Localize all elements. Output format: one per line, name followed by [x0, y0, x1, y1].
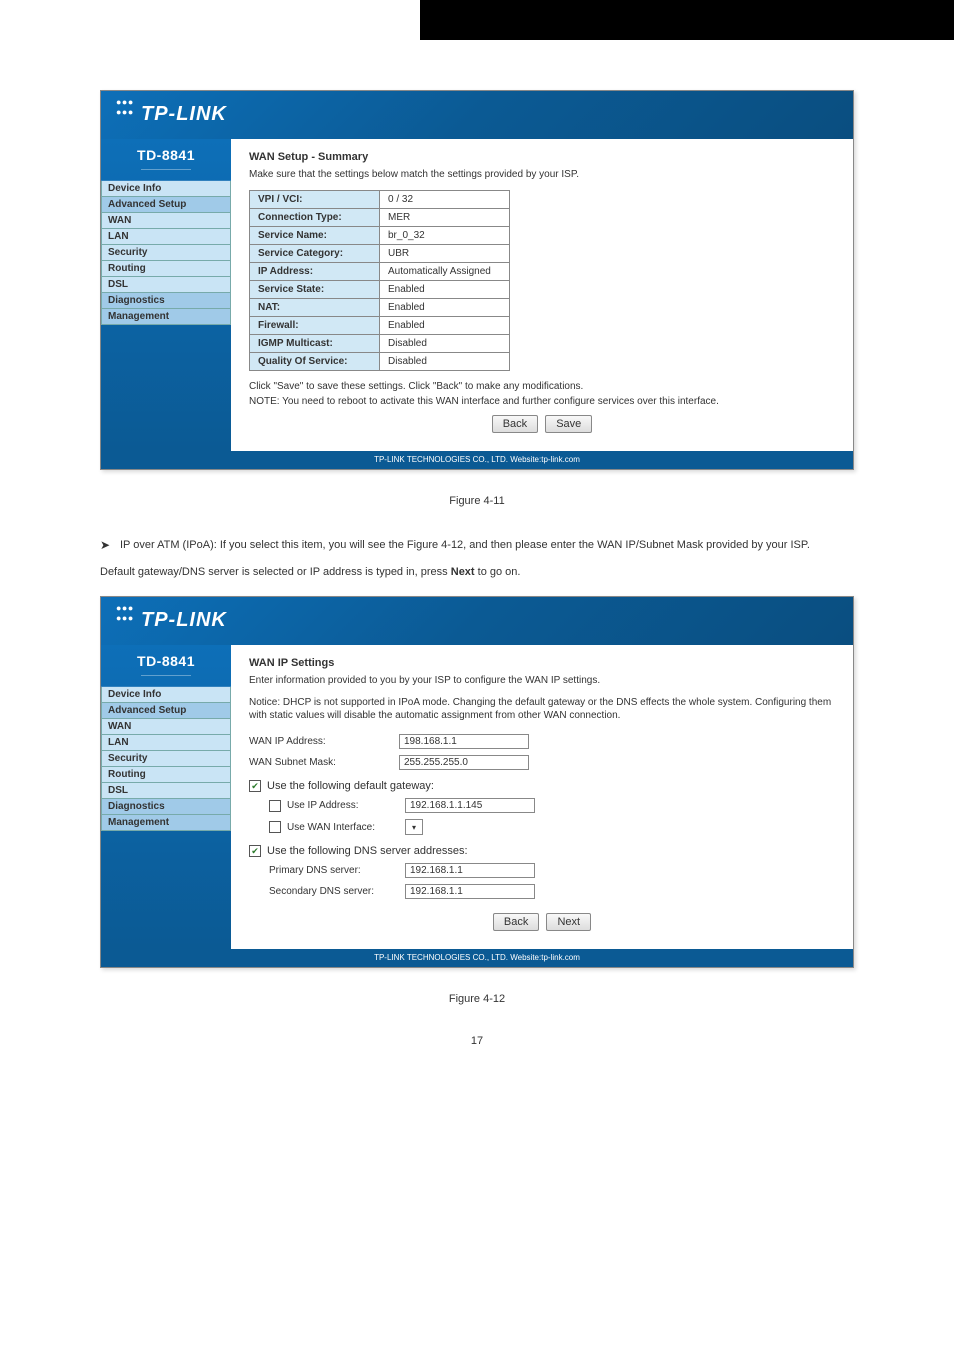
- row-fw-v: Enabled: [380, 317, 510, 335]
- primary-dns-input[interactable]: 192.168.1.1: [405, 863, 535, 878]
- use-ip-label: Use IP Address:: [287, 800, 405, 811]
- row-vpi-k: VPI / VCI:: [250, 191, 380, 209]
- instruction-note: NOTE: You need to reboot to activate thi…: [249, 396, 835, 407]
- section-subtitle-2: Enter information provided to you by you…: [249, 675, 835, 686]
- body-text-next: Next: [451, 566, 475, 578]
- use-ip-checkbox[interactable]: [269, 800, 281, 812]
- nav-dsl[interactable]: DSL: [101, 277, 231, 293]
- nav2-lan[interactable]: LAN: [101, 735, 231, 751]
- body-text-1: Default gateway/DNS server is selected o…: [100, 566, 448, 578]
- row-nat-k: NAT:: [250, 299, 380, 317]
- back-button-2[interactable]: Back: [493, 913, 539, 931]
- wan-mask-label: WAN Subnet Mask:: [249, 757, 399, 768]
- next-button[interactable]: Next: [546, 913, 591, 931]
- nav-diagnostics[interactable]: Diagnostics: [101, 293, 231, 309]
- screenshot-wan-ip-settings: ● ● ●● ● ● TP-LINK TD-8841 Device Info A…: [100, 596, 854, 968]
- nav-advanced-setup[interactable]: Advanced Setup: [101, 197, 231, 213]
- row-conn-k: Connection Type:: [250, 209, 380, 227]
- dns-checkbox[interactable]: [249, 845, 261, 857]
- use-wan-select[interactable]: ▾: [405, 819, 423, 835]
- figure-caption-2: Figure 4-12: [100, 993, 854, 1005]
- back-button[interactable]: Back: [492, 415, 538, 433]
- wan-ip-label: WAN IP Address:: [249, 736, 399, 747]
- nav2-management[interactable]: Management: [101, 815, 231, 831]
- model-label-2: TD-8841: [101, 645, 231, 687]
- nav-device-info[interactable]: Device Info: [101, 181, 231, 197]
- use-wan-checkbox[interactable]: [269, 821, 281, 833]
- body-text-2: to go on.: [478, 566, 521, 578]
- section-subtitle: Make sure that the settings below match …: [249, 169, 835, 180]
- section-title: WAN Setup - Summary: [249, 151, 835, 163]
- default-gateway-label: Use the following default gateway:: [267, 780, 434, 792]
- row-state-v: Enabled: [380, 281, 510, 299]
- row-cat-k: Service Category:: [250, 245, 380, 263]
- footer-bar-2: TP-LINK TECHNOLOGIES CO., LTD. Website:t…: [101, 949, 853, 967]
- primary-dns-label: Primary DNS server:: [269, 865, 405, 876]
- section-title-2: WAN IP Settings: [249, 657, 835, 669]
- router-header-2: ● ● ●● ● ● TP-LINK: [101, 597, 853, 645]
- bullet-text: IP over ATM (IPoA): If you select this i…: [120, 539, 810, 551]
- row-qos-k: Quality Of Service:: [250, 353, 380, 371]
- row-vpi-v: 0 / 32: [380, 191, 510, 209]
- row-svc-k: Service Name:: [250, 227, 380, 245]
- row-cat-v: UBR: [380, 245, 510, 263]
- instruction-save: Click "Save" to save these settings. Cli…: [249, 381, 835, 392]
- sidebar-2: TD-8841 Device Info Advanced Setup WAN L…: [101, 645, 231, 949]
- nav-wan[interactable]: WAN: [101, 213, 231, 229]
- row-igmp-k: IGMP Multicast:: [250, 335, 380, 353]
- save-button[interactable]: Save: [545, 415, 592, 433]
- screenshot-wan-summary: ● ● ●● ● ● TP-LINK TD-8841 Device Info A…: [100, 90, 854, 470]
- nav2-routing[interactable]: Routing: [101, 767, 231, 783]
- row-nat-v: Enabled: [380, 299, 510, 317]
- bullet-arrow-icon: ➤: [100, 537, 120, 554]
- nav-security[interactable]: Security: [101, 245, 231, 261]
- footer-bar: TP-LINK TECHNOLOGIES CO., LTD. Website:t…: [101, 451, 853, 469]
- page-number: 17: [100, 1035, 854, 1047]
- dns-label: Use the following DNS server addresses:: [267, 845, 468, 857]
- nav-management[interactable]: Management: [101, 309, 231, 325]
- wan-ip-input[interactable]: 198.168.1.1: [399, 734, 529, 749]
- nav-routing[interactable]: Routing: [101, 261, 231, 277]
- use-wan-label: Use WAN Interface:: [287, 822, 405, 833]
- row-qos-v: Disabled: [380, 353, 510, 371]
- secondary-dns-input[interactable]: 192.168.1.1: [405, 884, 535, 899]
- row-ip-k: IP Address:: [250, 263, 380, 281]
- brand-dots: ● ● ●● ● ●: [116, 97, 132, 117]
- row-fw-k: Firewall:: [250, 317, 380, 335]
- nav2-advanced-setup[interactable]: Advanced Setup: [101, 703, 231, 719]
- default-gateway-checkbox[interactable]: [249, 780, 261, 792]
- nav-lan[interactable]: LAN: [101, 229, 231, 245]
- sidebar: TD-8841 Device Info Advanced Setup WAN L…: [101, 139, 231, 451]
- wan-mask-input[interactable]: 255.255.255.0: [399, 755, 529, 770]
- nav2-diagnostics[interactable]: Diagnostics: [101, 799, 231, 815]
- nav2-wan[interactable]: WAN: [101, 719, 231, 735]
- brand-dots-2: ● ● ●● ● ●: [116, 603, 132, 623]
- use-ip-input[interactable]: 192.168.1.1.145: [405, 798, 535, 813]
- model-label: TD-8841: [101, 139, 231, 181]
- router-header: ● ● ●● ● ● TP-LINK: [101, 91, 853, 139]
- secondary-dns-label: Secondary DNS server:: [269, 886, 405, 897]
- row-svc-v: br_0_32: [380, 227, 510, 245]
- brand-logo-2: TP-LINK: [141, 609, 227, 632]
- main-panel-2: WAN IP Settings Enter information provid…: [231, 645, 853, 949]
- main-panel: WAN Setup - Summary Make sure that the s…: [231, 139, 853, 451]
- nav2-dsl[interactable]: DSL: [101, 783, 231, 799]
- row-state-k: Service State:: [250, 281, 380, 299]
- row-igmp-v: Disabled: [380, 335, 510, 353]
- row-conn-v: MER: [380, 209, 510, 227]
- nav2-security[interactable]: Security: [101, 751, 231, 767]
- brand-logo: TP-LINK: [141, 103, 227, 126]
- summary-table: VPI / VCI:0 / 32 Connection Type:MER Ser…: [249, 190, 510, 371]
- nav2-device-info[interactable]: Device Info: [101, 687, 231, 703]
- row-ip-v: Automatically Assigned: [380, 263, 510, 281]
- figure-caption-1: Figure 4-11: [100, 495, 854, 507]
- notice-text: Notice: DHCP is not supported in IPoA mo…: [249, 696, 835, 722]
